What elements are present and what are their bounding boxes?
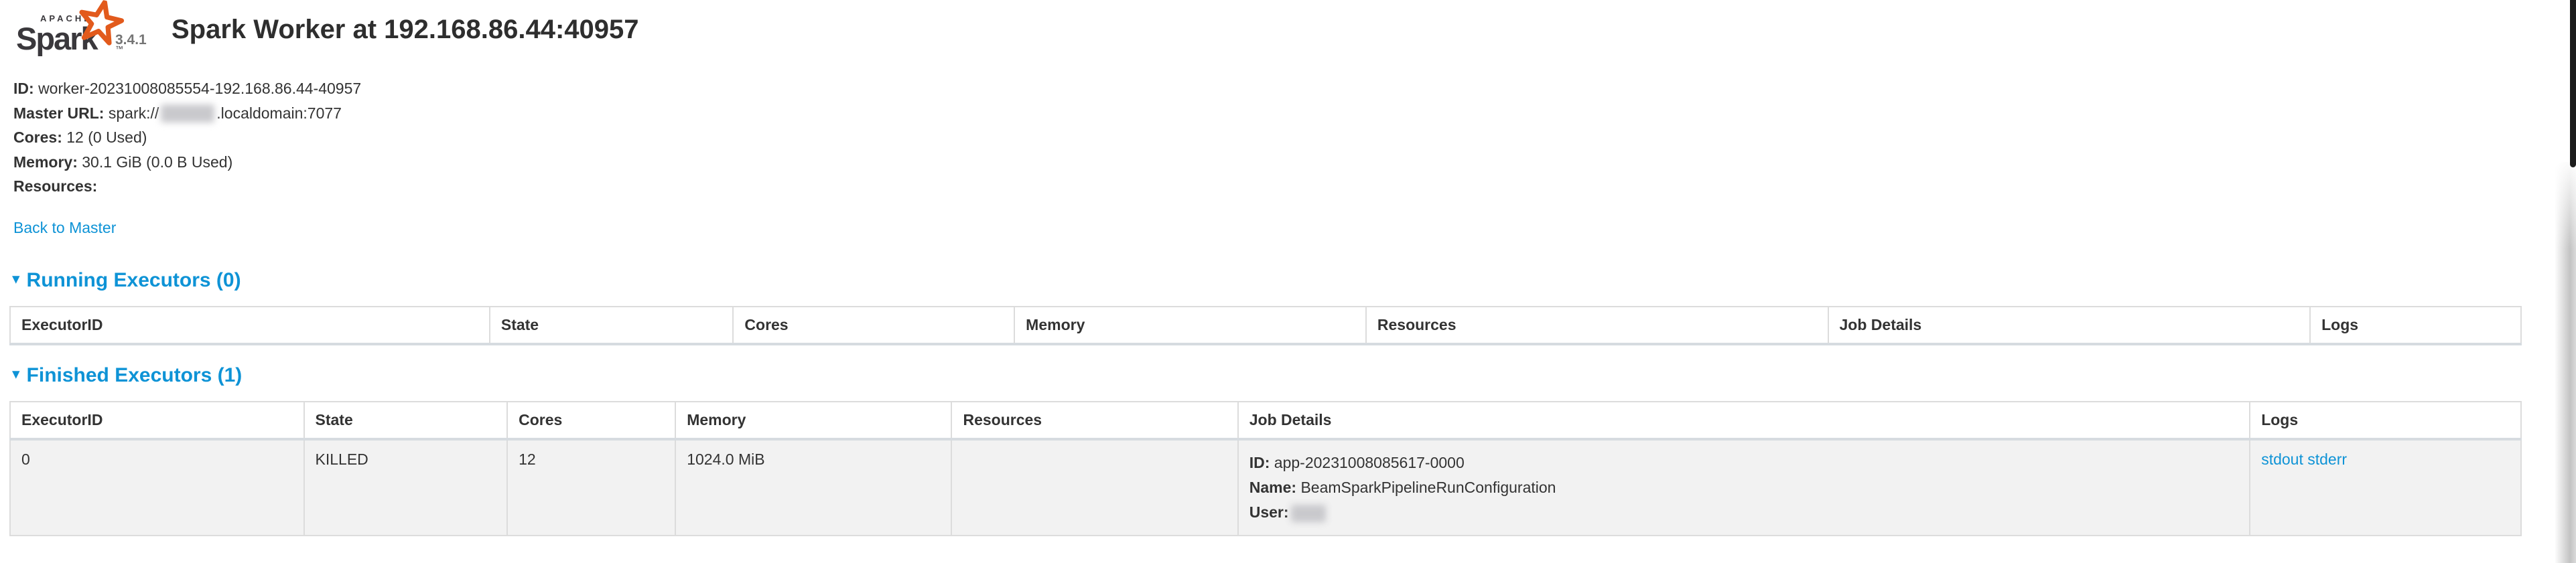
running-col-memory: Memory xyxy=(1014,307,1366,344)
cell-memory: 1024.0 MiB xyxy=(675,439,951,536)
memory-value: 30.1 GiB (0.0 B Used) xyxy=(82,153,232,171)
master-url-prefix: spark:// xyxy=(109,104,159,122)
resources-line: Resources: xyxy=(13,174,2576,199)
worker-id-value: worker-20231008085554-192.168.86.44-4095… xyxy=(38,80,361,97)
table-row: 0 KILLED 12 1024.0 MiB ID: app-202310080… xyxy=(10,439,2521,536)
job-name-line: Name: BeamSparkPipelineRunConfiguration xyxy=(1249,475,2238,500)
cell-executor-id: 0 xyxy=(10,439,304,536)
collapse-arrow-icon: ▾ xyxy=(12,361,20,386)
back-to-master-link[interactable]: Back to Master xyxy=(13,219,116,237)
cores-label: Cores: xyxy=(13,129,62,146)
running-col-logs: Logs xyxy=(2310,307,2521,344)
finished-executors-title: Finished Executors (1) xyxy=(27,364,243,386)
memory-label: Memory: xyxy=(13,153,78,171)
cores-line: Cores: 12 (0 Used) xyxy=(13,125,2576,150)
finished-col-state: State xyxy=(304,402,508,439)
cores-value: 12 (0 Used) xyxy=(66,129,147,146)
finished-col-resources: Resources xyxy=(951,402,1237,439)
scrollbar-thumb[interactable] xyxy=(2570,0,2576,167)
master-url-label: Master URL: xyxy=(13,104,104,122)
stdout-link[interactable]: stdout xyxy=(2261,451,2303,468)
cell-logs: stdout stderr xyxy=(2250,439,2521,536)
running-col-job-details: Job Details xyxy=(1828,307,2311,344)
scrollbar-track[interactable] xyxy=(2555,162,2576,563)
page-title: Spark Worker at 192.168.86.44:40957 xyxy=(172,15,639,45)
worker-info: ID: worker-20231008085554-192.168.86.44-… xyxy=(0,72,2576,199)
master-url-suffix: .localdomain:7077 xyxy=(216,104,342,122)
job-user-line: User: xyxy=(1249,500,2238,525)
resources-label: Resources: xyxy=(13,177,97,195)
collapse-arrow-icon: ▾ xyxy=(12,266,20,291)
finished-executors-heading[interactable]: ▾ Finished Executors (1) xyxy=(12,363,2576,389)
job-id-line: ID: app-20231008085617-0000 xyxy=(1249,451,2238,475)
finished-col-cores: Cores xyxy=(507,402,675,439)
master-url-line: Master URL: spark:// .localdomain:7077 xyxy=(13,101,2576,126)
job-id-label: ID: xyxy=(1249,454,1270,471)
cell-state: KILLED xyxy=(304,439,508,536)
finished-col-memory: Memory xyxy=(675,402,951,439)
spark-worker-page: APACHE Spark ™ 3.4.1 Spark Worker at 192… xyxy=(0,0,2576,563)
running-col-executorid: ExecutorID xyxy=(10,307,490,344)
job-user-label: User: xyxy=(1249,503,1289,521)
running-executors-heading[interactable]: ▾ Running Executors (0) xyxy=(12,268,2576,294)
cell-job-details: ID: app-20231008085617-0000 Name: BeamSp… xyxy=(1238,439,2250,536)
job-id-value: app-20231008085617-0000 xyxy=(1274,454,1465,471)
page-header: APACHE Spark ™ 3.4.1 Spark Worker at 192… xyxy=(0,0,2576,72)
worker-id-label: ID: xyxy=(13,80,34,97)
cell-resources xyxy=(951,439,1237,536)
running-col-state: State xyxy=(490,307,734,344)
running-executors-title: Running Executors (0) xyxy=(27,269,241,291)
running-col-cores: Cores xyxy=(733,307,1014,344)
cell-cores: 12 xyxy=(507,439,675,536)
running-executors-table: ExecutorID State Cores Memory Resources … xyxy=(9,306,2522,345)
worker-id-line: ID: worker-20231008085554-192.168.86.44-… xyxy=(13,76,2576,101)
running-col-resources: Resources xyxy=(1366,307,1828,344)
memory-line: Memory: 30.1 GiB (0.0 B Used) xyxy=(13,150,2576,175)
redacted-username xyxy=(1291,505,1326,522)
finished-header-row: ExecutorID State Cores Memory Resources … xyxy=(10,402,2521,439)
stderr-link[interactable]: stderr xyxy=(2307,451,2347,468)
job-name-label: Name: xyxy=(1249,479,1296,496)
running-header-row: ExecutorID State Cores Memory Resources … xyxy=(10,307,2521,344)
finished-col-job-details: Job Details xyxy=(1238,402,2250,439)
finished-col-executorid: ExecutorID xyxy=(10,402,304,439)
finished-col-logs: Logs xyxy=(2250,402,2521,439)
spark-version: 3.4.1 xyxy=(115,32,147,48)
finished-executors-table: ExecutorID State Cores Memory Resources … xyxy=(9,401,2522,536)
redacted-hostname xyxy=(161,104,214,123)
job-name-value: BeamSparkPipelineRunConfiguration xyxy=(1300,479,1556,496)
